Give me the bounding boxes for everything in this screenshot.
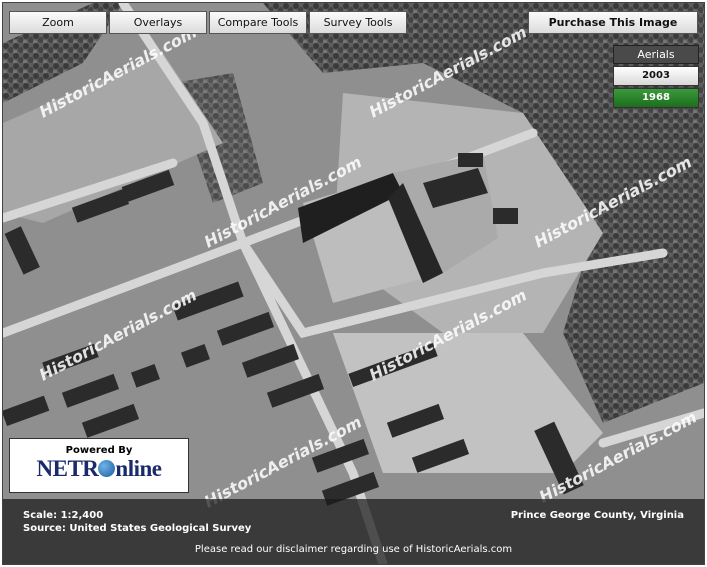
location-label: Prince George County, Virginia — [510, 510, 684, 521]
netronline-wordmark: NETR nline — [36, 456, 162, 481]
aerials-panel-title: Aerials — [613, 45, 699, 64]
map-toolbar: Zoom Overlays Compare Tools Survey Tools — [9, 11, 409, 34]
netronline-logo[interactable]: Powered By NETR nline — [9, 438, 189, 493]
year-button-1968[interactable]: 1968 — [613, 88, 699, 108]
compare-tools-button[interactable]: Compare Tools — [209, 11, 307, 34]
year-button-2003[interactable]: 2003 — [613, 66, 699, 86]
map-viewer: HistoricAerials.com HistoricAerials.com … — [2, 2, 705, 565]
globe-icon — [98, 460, 116, 477]
powered-by-label: Powered By — [65, 445, 133, 456]
purchase-image-button[interactable]: Purchase This Image — [528, 11, 698, 34]
source-label: Source: United States Geological Survey — [23, 523, 252, 534]
survey-tools-button[interactable]: Survey Tools — [309, 11, 407, 34]
aerials-panel: Aerials 2003 1968 — [613, 45, 699, 108]
scale-label: Scale: 1:2,400 — [23, 510, 104, 521]
overlays-button[interactable]: Overlays — [109, 11, 207, 34]
disclaimer-link[interactable]: Please read our disclaimer regarding use… — [3, 544, 704, 555]
zoom-button[interactable]: Zoom — [9, 11, 107, 34]
image-info-bar: Scale: 1:2,400 Source: United States Geo… — [3, 499, 704, 564]
